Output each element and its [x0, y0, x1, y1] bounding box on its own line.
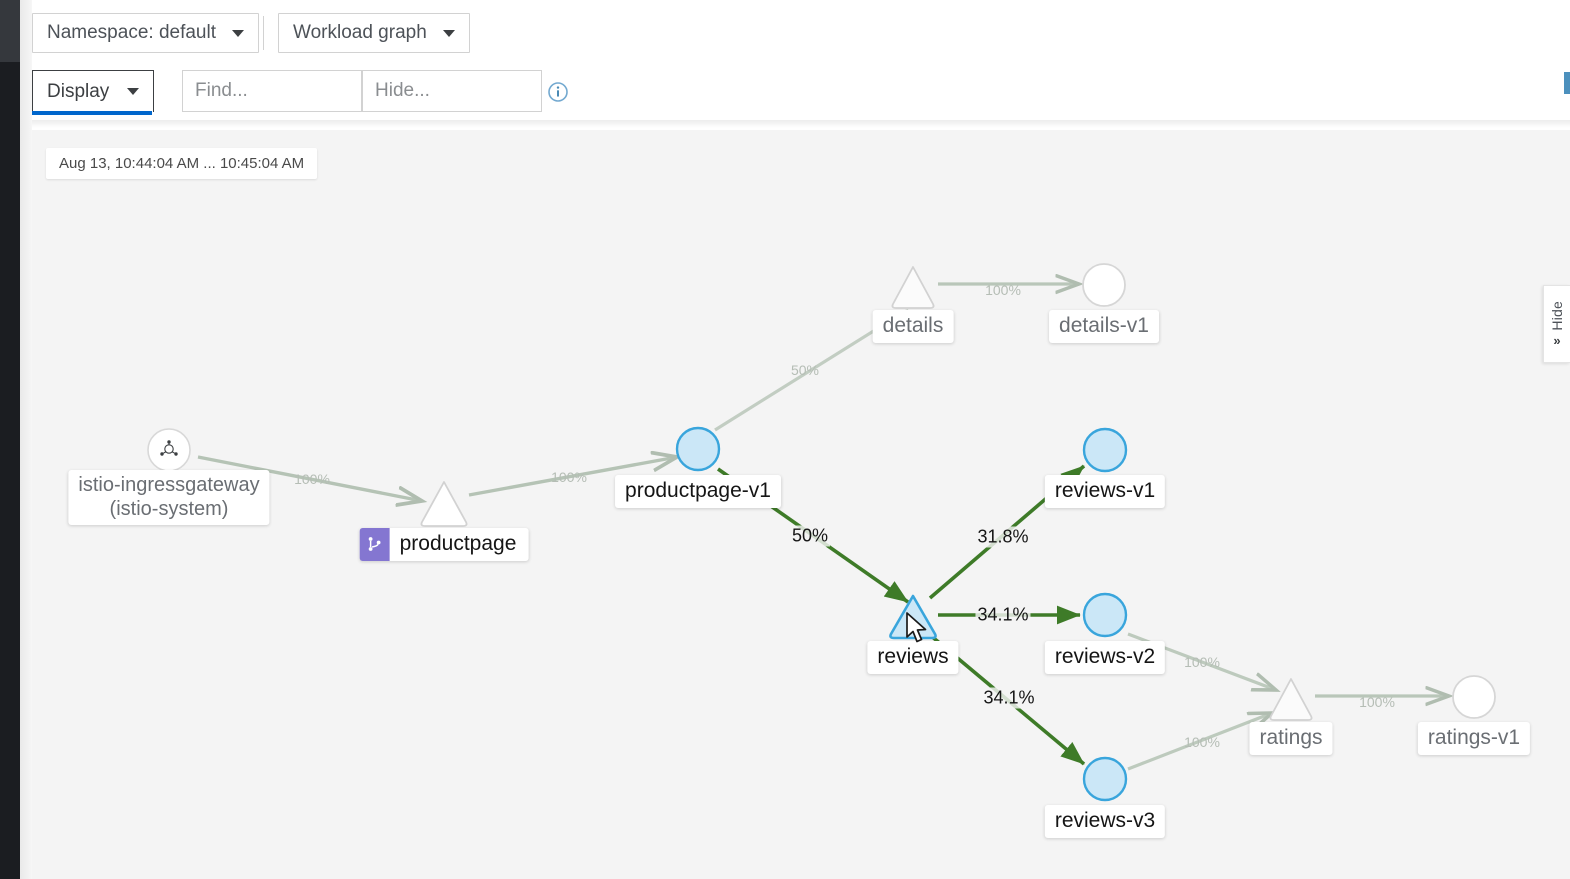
- node-label-text: productpage-v1: [625, 479, 771, 502]
- edge-label-reviews-to-v1: 31.8%: [975, 526, 1031, 548]
- node-label-text: productpage: [399, 532, 517, 555]
- node-label-istio-ingressgateway[interactable]: istio-ingressgateway (istio-system): [68, 470, 270, 526]
- node-label-text: reviews-v3: [1054, 809, 1156, 832]
- info-icon[interactable]: [548, 82, 568, 102]
- node-label-text: ratings-v1: [1427, 726, 1521, 749]
- edge-label-productpage-v1-to-reviews: 50%: [789, 525, 831, 547]
- node-label-text: ratings: [1259, 726, 1323, 749]
- node-label-productpage-service[interactable]: productpage: [359, 528, 529, 561]
- node-label-details-v1[interactable]: details-v1: [1049, 310, 1159, 343]
- find-input[interactable]: [182, 70, 362, 112]
- node-label-text: reviews: [877, 645, 949, 668]
- node-productpage-v1[interactable]: [675, 426, 721, 472]
- node-istio-ingressgateway[interactable]: [147, 428, 191, 472]
- display-menu-label: Display: [47, 80, 110, 102]
- display-menu-button[interactable]: Display: [32, 70, 155, 112]
- hide-side-panel-tab[interactable]: Hide »: [1543, 285, 1570, 363]
- left-nav-rail[interactable]: [0, 0, 20, 879]
- edge-label-ratings-to-ratings-v1: 100%: [1359, 694, 1395, 710]
- chevron-down-icon: [442, 29, 455, 37]
- edge-label-productpage-to-v1: 100%: [551, 469, 587, 485]
- virtual-service-icon: [359, 528, 390, 561]
- node-label-text: istio-ingressgateway: [78, 474, 260, 496]
- namespace-dropdown-label: Namespace: default: [47, 22, 216, 43]
- node-label-text: reviews-v2: [1054, 645, 1156, 668]
- hide-input[interactable]: [362, 70, 542, 112]
- node-label-reviews-v2[interactable]: reviews-v2: [1044, 641, 1166, 674]
- edge-label-reviews-to-v2: 34.1%: [975, 604, 1031, 626]
- namespace-dropdown[interactable]: Namespace: default: [32, 13, 259, 53]
- toolbar-divider: [263, 16, 264, 50]
- chevron-double-right-icon: »: [1553, 333, 1561, 349]
- node-productpage-service[interactable]: [420, 481, 468, 527]
- node-label-reviews-v1[interactable]: reviews-v1: [1044, 475, 1166, 508]
- node-label-ratings-service[interactable]: ratings: [1249, 722, 1333, 755]
- time-range-chip: Aug 13, 10:44:04 AM ... 10:45:04 AM: [46, 148, 318, 179]
- right-edge-accent: [1564, 72, 1570, 94]
- left-nav-rail-header: [0, 0, 20, 62]
- node-details-v1[interactable]: [1082, 263, 1126, 307]
- edge-label-reviews-to-v3: 34.1%: [981, 687, 1037, 709]
- node-ratings-v1[interactable]: [1452, 675, 1496, 719]
- edge-label-productpage-v1-to-details: 50%: [790, 362, 820, 378]
- display-active-underline: [32, 111, 152, 115]
- graph-type-dropdown[interactable]: Workload graph: [278, 13, 470, 53]
- node-label-details-service[interactable]: details: [872, 310, 954, 343]
- node-label-productpage-v1[interactable]: productpage-v1: [615, 475, 781, 508]
- edge-label-reviews-v2-to-ratings: 100%: [1184, 654, 1220, 670]
- service-graph-canvas[interactable]: Aug 13, 10:44:04 AM ... 10:45:04 AM isti…: [32, 130, 1570, 879]
- chevron-down-icon: [127, 88, 140, 95]
- edge-label-ingress-to-productpage: 100%: [294, 471, 330, 487]
- hide-side-panel-label: Hide: [1549, 300, 1565, 331]
- node-label-text: details-v1: [1059, 314, 1149, 337]
- graph-type-dropdown-label: Workload graph: [293, 22, 427, 43]
- node-reviews-service[interactable]: [889, 594, 937, 640]
- edge-label-details-to-details-v1: 100%: [985, 282, 1021, 298]
- chevron-down-icon: [232, 29, 244, 37]
- node-label-text: reviews-v1: [1054, 479, 1156, 502]
- node-label-reviews-service[interactable]: reviews: [867, 641, 959, 674]
- node-ratings-service[interactable]: [1269, 678, 1313, 721]
- node-label-text: details: [882, 314, 944, 337]
- node-reviews-v3[interactable]: [1082, 756, 1128, 802]
- node-reviews-v1[interactable]: [1082, 427, 1128, 473]
- graph-toolbar: Namespace: default Workload graph Displa…: [20, 0, 1570, 120]
- page-gutter: [20, 0, 32, 879]
- node-label-reviews-v3[interactable]: reviews-v3: [1044, 805, 1166, 838]
- edge-label-reviews-v3-to-ratings: 100%: [1184, 734, 1220, 750]
- node-label-ratings-v1[interactable]: ratings-v1: [1417, 722, 1531, 755]
- kiali-graph-page: Namespace: default Workload graph Displa…: [0, 0, 1570, 879]
- node-reviews-v2[interactable]: [1082, 592, 1128, 638]
- node-details-service[interactable]: [891, 266, 935, 309]
- node-sublabel-text: (istio-system): [109, 497, 229, 520]
